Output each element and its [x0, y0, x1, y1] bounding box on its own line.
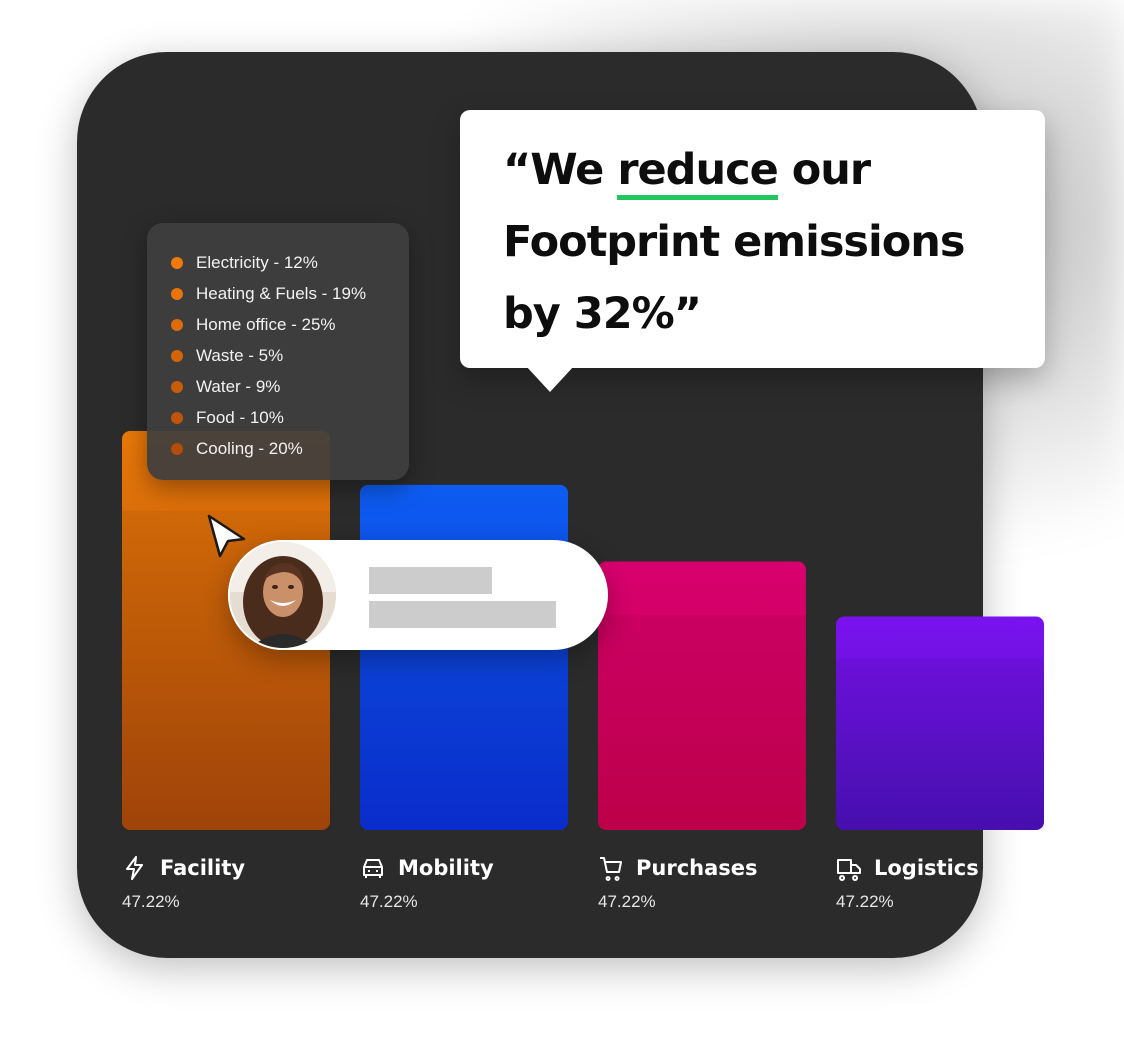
- bar-band: [598, 615, 806, 669]
- category-name: Mobility: [398, 856, 494, 880]
- bar-band: [122, 750, 330, 830]
- category-label-logistics: Logistics: [836, 851, 979, 885]
- user-card[interactable]: [228, 540, 608, 650]
- bar-band: [836, 787, 1044, 830]
- truck-icon: [837, 859, 861, 881]
- category-label-purchases: Purchases: [598, 851, 758, 885]
- category-value: 47.22%: [360, 892, 418, 911]
- legend-label: Electricity - 12%: [196, 252, 318, 272]
- legend-item: Heating & Fuels - 19%: [171, 278, 409, 309]
- legend-label: Heating & Fuels - 19%: [196, 283, 367, 303]
- legend-item: Cooling - 20%: [171, 433, 409, 464]
- mouse-pointer-icon: [207, 514, 246, 558]
- category-value: 47.22%: [598, 892, 656, 911]
- legend-dot-icon: [171, 442, 183, 455]
- category-label-mobility: Mobility: [360, 851, 494, 885]
- quote-open-mark: “: [503, 145, 531, 195]
- category-label-facility: Facility: [122, 851, 245, 885]
- quote-callout: “We reduce our Footprint emissions by 32…: [460, 110, 1045, 392]
- bar-band: [598, 668, 806, 723]
- legend-label: Food - 10%: [196, 407, 284, 427]
- legend-dot-icon: [171, 349, 183, 362]
- name-placeholder: [369, 567, 492, 594]
- emissions-breakdown-tooltip: Electricity - 12% Heating & Fuels - 19% Ho…: [147, 223, 409, 480]
- legend-label: Home office - 25%: [196, 314, 336, 334]
- category-name: Purchases: [636, 856, 758, 880]
- detail-placeholder: [369, 601, 556, 628]
- category-value: 47.22%: [122, 892, 180, 911]
- bar-band: [360, 760, 568, 830]
- quote-line3: by 32%”: [503, 289, 702, 339]
- quote-word: We: [530, 145, 604, 195]
- legend-dot-icon: [171, 318, 183, 331]
- bar-band: [122, 670, 330, 751]
- cart-icon: [600, 857, 622, 881]
- quote-line2: Footprint emissions: [503, 217, 966, 267]
- bar-band: [598, 776, 806, 830]
- bar-band: [836, 659, 1044, 702]
- car-icon: [363, 859, 383, 878]
- legend-dot-icon: [171, 256, 183, 269]
- category-name: Facility: [160, 856, 246, 880]
- legend-item: Food - 10%: [171, 402, 409, 433]
- bar-band: [360, 691, 568, 761]
- legend-label: Waste - 5%: [196, 345, 284, 365]
- legend-list: Electricity - 12% Heating & Fuels - 19% Ho…: [147, 223, 409, 464]
- legend-dot-icon: [171, 411, 183, 424]
- bar-band: [836, 701, 1044, 745]
- quote-line1-rest: our: [791, 145, 871, 195]
- legend-label: Cooling - 20%: [196, 438, 303, 458]
- legend-dot-icon: [171, 380, 183, 393]
- legend-label: Water - 9%: [196, 376, 281, 396]
- lightning-icon: [126, 856, 143, 880]
- legend-dot-icon: [171, 287, 183, 300]
- legend-item: Electricity - 12%: [171, 247, 409, 278]
- quote-text: “We reduce our Footprint emissions by 32…: [503, 134, 1023, 350]
- bar-band: [598, 722, 806, 777]
- legend-item: Water - 9%: [171, 371, 409, 402]
- category-name: Logistics: [874, 856, 979, 880]
- legend-item: Home office - 25%: [171, 309, 409, 340]
- legend-item: Waste - 5%: [171, 340, 409, 371]
- bar-band: [836, 744, 1044, 788]
- quote-highlight: reduce: [617, 145, 779, 200]
- category-value: 47.22%: [836, 892, 894, 911]
